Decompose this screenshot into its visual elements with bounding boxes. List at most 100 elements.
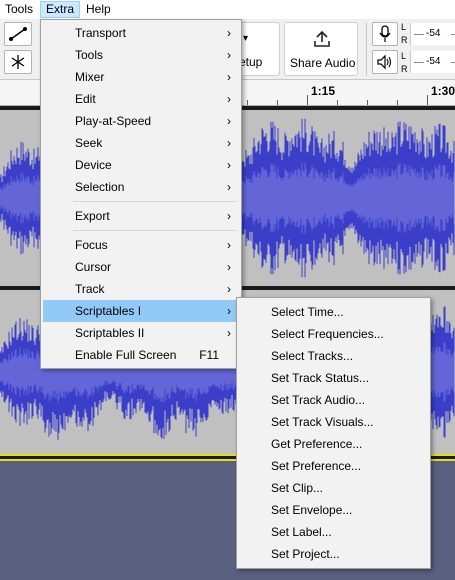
menu-item-label: Set Track Visuals...: [271, 415, 374, 429]
menu-item-set-project[interactable]: Set Project...: [239, 543, 428, 565]
ruler-tick: [367, 100, 368, 105]
ruler-label: 1:30: [431, 84, 455, 98]
menu-item-set-clip[interactable]: Set Clip...: [239, 477, 428, 499]
dropdown-arrow-icon: ▾: [243, 33, 249, 44]
chevron-right-icon: ›: [227, 136, 231, 150]
menu-item-selection[interactable]: Selection ›: [43, 176, 239, 198]
menu-item-scriptables-i[interactable]: Scriptables I ›: [43, 300, 239, 322]
menu-item-label: Focus: [75, 238, 108, 252]
record-meter-button[interactable]: [372, 22, 398, 46]
menu-item-label: Select Tracks...: [271, 349, 354, 363]
menu-item-label: Set Envelope...: [271, 503, 353, 517]
chevron-right-icon: ›: [227, 304, 231, 318]
menu-item-set-preference[interactable]: Set Preference...: [239, 455, 428, 477]
menu-item-label: Play-at-Speed: [75, 114, 152, 128]
playback-meter-value: -54: [426, 56, 441, 67]
share-audio-label: Share Audio: [290, 56, 356, 70]
menu-item-label: Scriptables I: [75, 304, 142, 318]
ruler-tick: [247, 100, 248, 105]
chevron-right-icon: ›: [227, 238, 231, 252]
menu-item-transport[interactable]: Transport ›: [43, 22, 239, 44]
menu-item-export[interactable]: Export ›: [43, 205, 239, 227]
menu-item-label: Edit: [75, 92, 96, 106]
menu-item-label: Select Time...: [271, 305, 344, 319]
chevron-right-icon: ›: [227, 180, 231, 194]
audio-setup-button[interactable]: ▾ etup: [236, 22, 280, 76]
menu-item-set-track-visuals[interactable]: Set Track Visuals...: [239, 411, 428, 433]
asterisk-icon: [11, 55, 25, 69]
menu-item-label: Track: [75, 282, 105, 296]
ruler-label: 1:15: [311, 84, 336, 98]
menu-tools[interactable]: Tools: [0, 1, 38, 18]
menu-item-label: Enable Full Screen: [75, 348, 177, 362]
chevron-right-icon: ›: [227, 48, 231, 62]
ruler-tick: [337, 100, 338, 105]
menu-item-play-at-speed[interactable]: Play-at-Speed ›: [43, 110, 239, 132]
menu-item-get-preference[interactable]: Get Preference...: [239, 433, 428, 455]
menu-item-edit[interactable]: Edit ›: [43, 88, 239, 110]
meter-left-label: L: [401, 22, 407, 32]
menu-item-label: Cursor: [75, 260, 112, 274]
meter-right-label: R: [401, 64, 408, 74]
multi-tool-button[interactable]: [4, 50, 32, 74]
menu-help[interactable]: Help: [81, 1, 116, 18]
menu-item-label: Export: [75, 209, 110, 223]
menu-item-set-envelope[interactable]: Set Envelope...: [239, 499, 428, 521]
menu-item-label: Get Preference...: [271, 437, 363, 451]
scriptables-i-submenu: Select Time... Select Frequencies... Sel…: [236, 297, 431, 569]
menu-item-label: Seek: [75, 136, 103, 150]
toolbar-separator: [366, 22, 367, 76]
share-audio-button[interactable]: Share Audio: [284, 22, 358, 76]
menu-item-select-frequencies[interactable]: Select Frequencies...: [239, 323, 428, 345]
menu-item-track[interactable]: Track ›: [43, 278, 239, 300]
menu-item-label: Set Track Status...: [271, 371, 370, 385]
menu-item-select-tracks[interactable]: Select Tracks...: [239, 345, 428, 367]
menu-item-label: Scriptables II: [75, 326, 145, 340]
share-upload-icon: [314, 30, 330, 47]
envelope-tool-button[interactable]: [4, 22, 32, 46]
menu-item-cursor[interactable]: Cursor ›: [43, 256, 239, 278]
menu-item-select-time[interactable]: Select Time...: [239, 301, 428, 323]
speaker-icon: [377, 54, 392, 70]
menu-item-scriptables-ii[interactable]: Scriptables II ›: [43, 322, 239, 344]
chevron-right-icon: ›: [227, 326, 231, 340]
menu-item-label: Set Track Audio...: [271, 393, 366, 407]
chevron-right-icon: ›: [227, 26, 231, 40]
menu-item-seek[interactable]: Seek ›: [43, 132, 239, 154]
chevron-right-icon: ›: [227, 260, 231, 274]
audio-setup-label: etup: [239, 55, 263, 69]
chevron-right-icon: ›: [227, 114, 231, 128]
menu-item-label: Set Preference...: [271, 459, 362, 473]
menu-item-label: Select Frequencies...: [271, 327, 384, 341]
menu-item-label: Set Label...: [271, 525, 332, 539]
meter-scale-line: [414, 34, 424, 35]
chevron-right-icon: ›: [227, 209, 231, 223]
menu-item-device[interactable]: Device ›: [43, 154, 239, 176]
meter-scale-line: [451, 62, 455, 63]
menu-item-label: Set Project...: [271, 547, 340, 561]
ruler-tick: [277, 100, 278, 105]
microphone-icon: [379, 25, 391, 42]
playback-meter[interactable]: -54: [410, 51, 455, 73]
menu-item-set-label[interactable]: Set Label...: [239, 521, 428, 543]
menu-separator: [73, 201, 237, 202]
ruler-tick: [427, 95, 428, 105]
menu-item-label: Mixer: [75, 70, 105, 84]
chevron-right-icon: ›: [227, 70, 231, 84]
menu-item-mixer[interactable]: Mixer ›: [43, 66, 239, 88]
menu-item-set-track-status[interactable]: Set Track Status...: [239, 367, 428, 389]
record-meter[interactable]: -54: [410, 23, 455, 45]
record-meter-value: -54: [426, 28, 441, 39]
menu-item-focus[interactable]: Focus ›: [43, 234, 239, 256]
playback-meter-button[interactable]: [372, 50, 398, 74]
ruler-tick: [307, 95, 308, 105]
menu-item-label: Selection: [75, 180, 125, 194]
meter-scale-line: [451, 34, 455, 35]
menu-extra[interactable]: Extra: [40, 1, 81, 18]
menu-item-shortcut: F11: [199, 348, 219, 362]
menu-item-label: Transport: [75, 26, 126, 40]
chevron-right-icon: ›: [227, 158, 231, 172]
menu-item-set-track-audio[interactable]: Set Track Audio...: [239, 389, 428, 411]
menu-item-tools[interactable]: Tools ›: [43, 44, 239, 66]
menu-item-enable-full-screen[interactable]: Enable Full Screen F11: [43, 344, 239, 366]
